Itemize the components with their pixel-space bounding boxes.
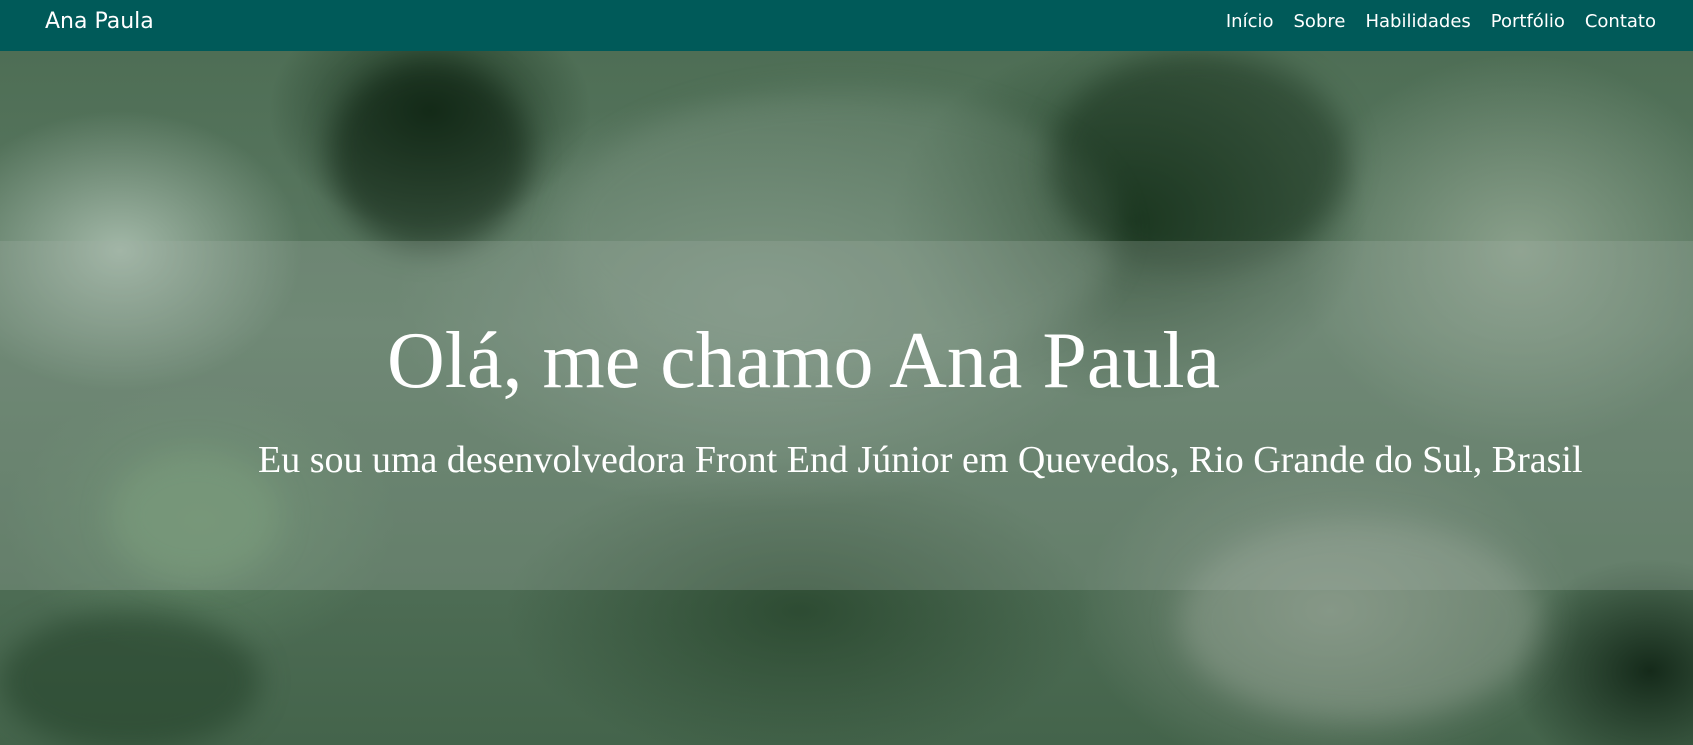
- nav-link-sobre[interactable]: Sobre: [1294, 11, 1346, 32]
- hero-title: Olá, me chamo Ana Paula: [387, 317, 1221, 405]
- background-leaf-shape: [330, 61, 530, 251]
- nav-link-portfolio[interactable]: Portfólio: [1491, 11, 1565, 32]
- nav-link-habilidades[interactable]: Habilidades: [1365, 11, 1470, 32]
- hero-overlay-band: [0, 241, 1693, 590]
- background-leaf-shape: [0, 611, 260, 745]
- navbar: Ana Paula Início Sobre Habilidades Portf…: [0, 0, 1693, 51]
- nav-menu: Início Sobre Habilidades Portfólio Conta…: [1226, 11, 1656, 32]
- background-leaf-shape: [1050, 51, 1350, 271]
- hero-subtitle: Eu sou uma desenvolvedora Front End Júni…: [258, 439, 1583, 481]
- hero-section: Olá, me chamo Ana Paula Eu sou uma desen…: [0, 51, 1693, 745]
- nav-link-contato[interactable]: Contato: [1585, 11, 1656, 32]
- brand-link[interactable]: Ana Paula: [45, 9, 154, 34]
- nav-link-inicio[interactable]: Início: [1226, 11, 1274, 32]
